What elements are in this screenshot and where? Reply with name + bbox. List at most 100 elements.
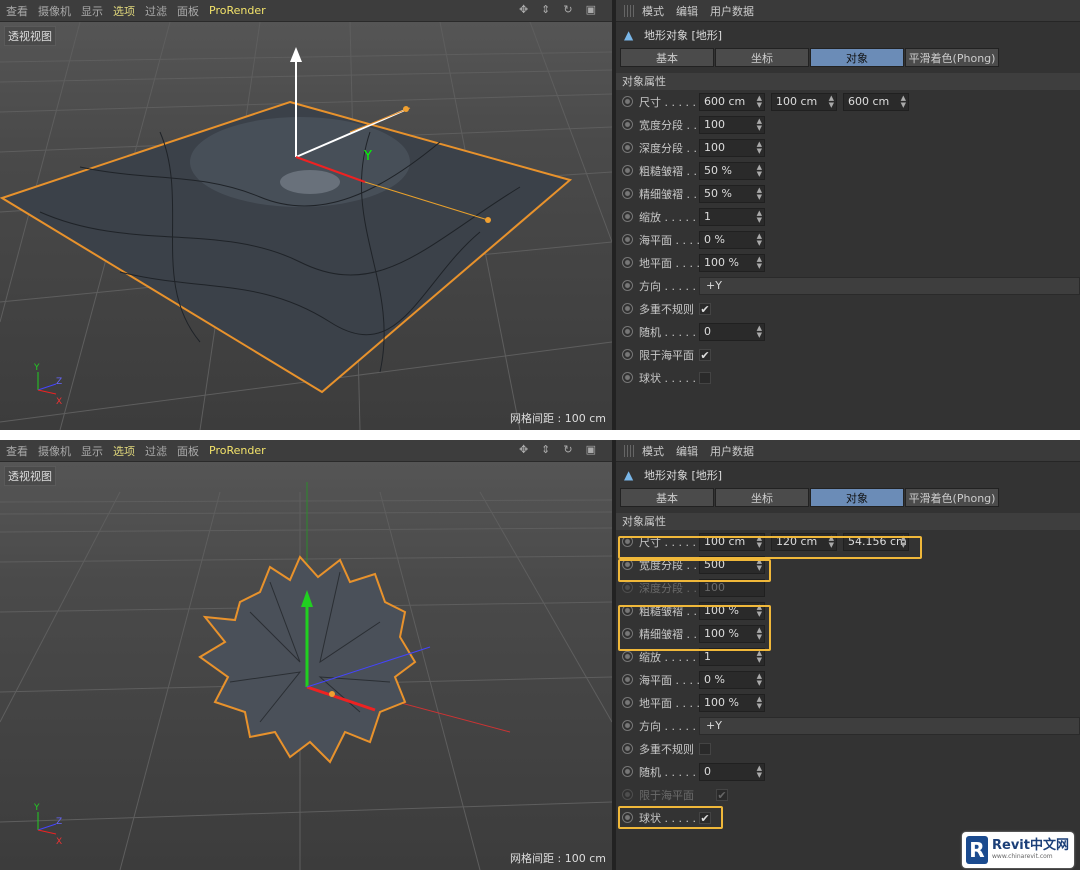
width-segments-field[interactable]: 500 ▲ ▼ (699, 555, 765, 574)
fine-furrows-field[interactable]: 100 % ▲ ▼ (699, 624, 765, 643)
sea-level-field[interactable]: 0 % ▲ ▼ (699, 230, 765, 249)
anim-radio[interactable] (622, 188, 633, 199)
anim-radio[interactable] (622, 812, 633, 823)
anim-radio[interactable] (622, 234, 633, 245)
menu-edit[interactable]: 编辑 (676, 3, 698, 19)
gizmo-z-knob[interactable] (403, 106, 409, 112)
plane-level-field[interactable]: 100 % ▲ ▼ (699, 693, 765, 712)
viewport-canvas[interactable]: Y Y Z X (0, 21, 612, 430)
size-z-field[interactable]: 54.156 cm ▲ ▼ (843, 532, 909, 551)
coarse-furrows-field[interactable]: 50 % ▲ ▼ (699, 161, 765, 180)
menu-mode[interactable]: 模式 (642, 443, 664, 459)
random-field[interactable]: 0 ▲ ▼ (699, 322, 765, 341)
anim-radio[interactable] (622, 766, 633, 777)
anim-radio[interactable] (622, 697, 633, 708)
size-x-field[interactable]: 100 cm ▲ ▼ (699, 532, 765, 551)
limit-sea-checkbox[interactable]: ✔ (699, 348, 711, 361)
size-z-field[interactable]: 600 cm ▲ ▼ (843, 92, 909, 111)
menu-view[interactable]: 查看 (6, 3, 28, 19)
move-view-icon[interactable]: ✥ (519, 443, 528, 456)
anim-radio[interactable] (622, 280, 633, 291)
fine-furrows-field[interactable]: 50 % ▲ ▼ (699, 184, 765, 203)
menu-filter[interactable]: 过滤 (145, 443, 167, 459)
anim-radio[interactable] (622, 628, 633, 639)
spherical-checkbox[interactable] (699, 371, 711, 384)
direction-dropdown[interactable]: +Y (699, 716, 1080, 735)
sea-level-field[interactable]: 0 % ▲ ▼ (699, 670, 765, 689)
anim-radio[interactable] (622, 96, 633, 107)
anim-radio[interactable] (622, 372, 633, 383)
menu-panel[interactable]: 面板 (177, 3, 199, 19)
menu-options[interactable]: 选项 (113, 443, 135, 459)
scale-field[interactable]: 1 ▲ ▼ (699, 647, 765, 666)
anim-radio[interactable] (622, 559, 633, 570)
anim-radio[interactable] (622, 257, 633, 268)
gizmo-x-knob[interactable] (485, 217, 491, 223)
menu-mode[interactable]: 模式 (642, 3, 664, 19)
anim-radio[interactable] (622, 165, 633, 176)
menu-prorender[interactable]: ProRender (209, 444, 266, 457)
anim-radio[interactable] (622, 536, 633, 547)
tab-phong[interactable]: 平滑着色(Phong) (905, 488, 999, 507)
anim-radio[interactable] (622, 326, 633, 337)
maximize-view-icon[interactable]: ▣ (586, 443, 596, 456)
zoom-view-icon[interactable]: ⇕ (541, 3, 550, 16)
maximize-view-icon[interactable]: ▣ (586, 3, 596, 16)
anim-radio[interactable] (622, 119, 633, 130)
size-x-field[interactable]: 600 cm ▲ ▼ (699, 92, 765, 111)
menu-display[interactable]: 显示 (81, 443, 103, 459)
scale-field[interactable]: 1 ▲ ▼ (699, 207, 765, 226)
perspective-viewport[interactable]: 查看 摄像机 显示 选项 过滤 面板 ProRender ✥ ⇕ ↻ ▣ (0, 440, 612, 870)
menu-filter[interactable]: 过滤 (145, 3, 167, 19)
anim-radio[interactable] (622, 743, 633, 754)
depth-segments-field[interactable]: 100 ▲ ▼ (699, 138, 765, 157)
multifractal-checkbox[interactable] (699, 742, 711, 755)
tab-basic[interactable]: 基本 (620, 48, 714, 67)
gizmo-center-knob[interactable] (329, 691, 335, 697)
move-view-icon[interactable]: ✥ (519, 3, 528, 16)
direction-dropdown[interactable]: +Y (699, 276, 1080, 295)
spherical-checkbox[interactable]: ✔ (699, 811, 711, 824)
anim-radio[interactable] (622, 211, 633, 222)
rotate-view-icon[interactable]: ↻ (563, 443, 572, 456)
anim-radio[interactable] (622, 142, 633, 153)
tab-basic[interactable]: 基本 (620, 488, 714, 507)
size-y-field[interactable]: 100 cm ▲ ▼ (771, 92, 837, 111)
rotate-view-icon[interactable]: ↻ (563, 3, 572, 16)
tab-coord[interactable]: 坐标 (715, 48, 809, 67)
menu-view[interactable]: 查看 (6, 443, 28, 459)
menu-display[interactable]: 显示 (81, 3, 103, 19)
viewport-canvas[interactable]: Y Z X (0, 462, 612, 870)
menu-user-data[interactable]: 用户数据 (710, 3, 754, 19)
anim-radio[interactable] (622, 651, 633, 662)
axis-label-x: X (56, 397, 62, 407)
menu-camera[interactable]: 摄像机 (38, 3, 71, 19)
menu-camera[interactable]: 摄像机 (38, 443, 71, 459)
multifractal-checkbox[interactable]: ✔ (699, 302, 711, 315)
tab-coord[interactable]: 坐标 (715, 488, 809, 507)
coarse-furrows-field[interactable]: 100 % ▲ ▼ (699, 601, 765, 620)
zoom-view-icon[interactable]: ⇕ (541, 443, 550, 456)
grip-icon[interactable] (624, 444, 634, 457)
plane-level-field[interactable]: 100 % ▲ ▼ (699, 253, 765, 272)
width-segments-field[interactable]: 100 ▲ ▼ (699, 115, 765, 134)
anim-radio[interactable] (622, 605, 633, 616)
tab-object[interactable]: 对象 (810, 488, 904, 507)
tab-object[interactable]: 对象 (810, 48, 904, 67)
menu-options[interactable]: 选项 (113, 3, 135, 19)
anim-radio[interactable] (622, 674, 633, 685)
menu-user-data[interactable]: 用户数据 (710, 443, 754, 459)
size-y-field[interactable]: 120 cm ▲ ▼ (771, 532, 837, 551)
menu-panel[interactable]: 面板 (177, 443, 199, 459)
menu-edit[interactable]: 编辑 (676, 443, 698, 459)
anim-radio[interactable] (622, 349, 633, 360)
gizmo-y-arrow[interactable] (290, 47, 302, 62)
menu-prorender[interactable]: ProRender (209, 4, 266, 17)
anim-radio[interactable] (622, 720, 633, 731)
tab-phong[interactable]: 平滑着色(Phong) (905, 48, 999, 67)
param-label: 精细皱褶 . . (639, 187, 697, 201)
anim-radio[interactable] (622, 303, 633, 314)
random-field[interactable]: 0 ▲ ▼ (699, 762, 765, 781)
grip-icon[interactable] (624, 4, 634, 17)
perspective-viewport[interactable]: 查看 摄像机 显示 选项 过滤 面板 ProRender ✥ ⇕ ↻ ▣ (0, 0, 612, 430)
